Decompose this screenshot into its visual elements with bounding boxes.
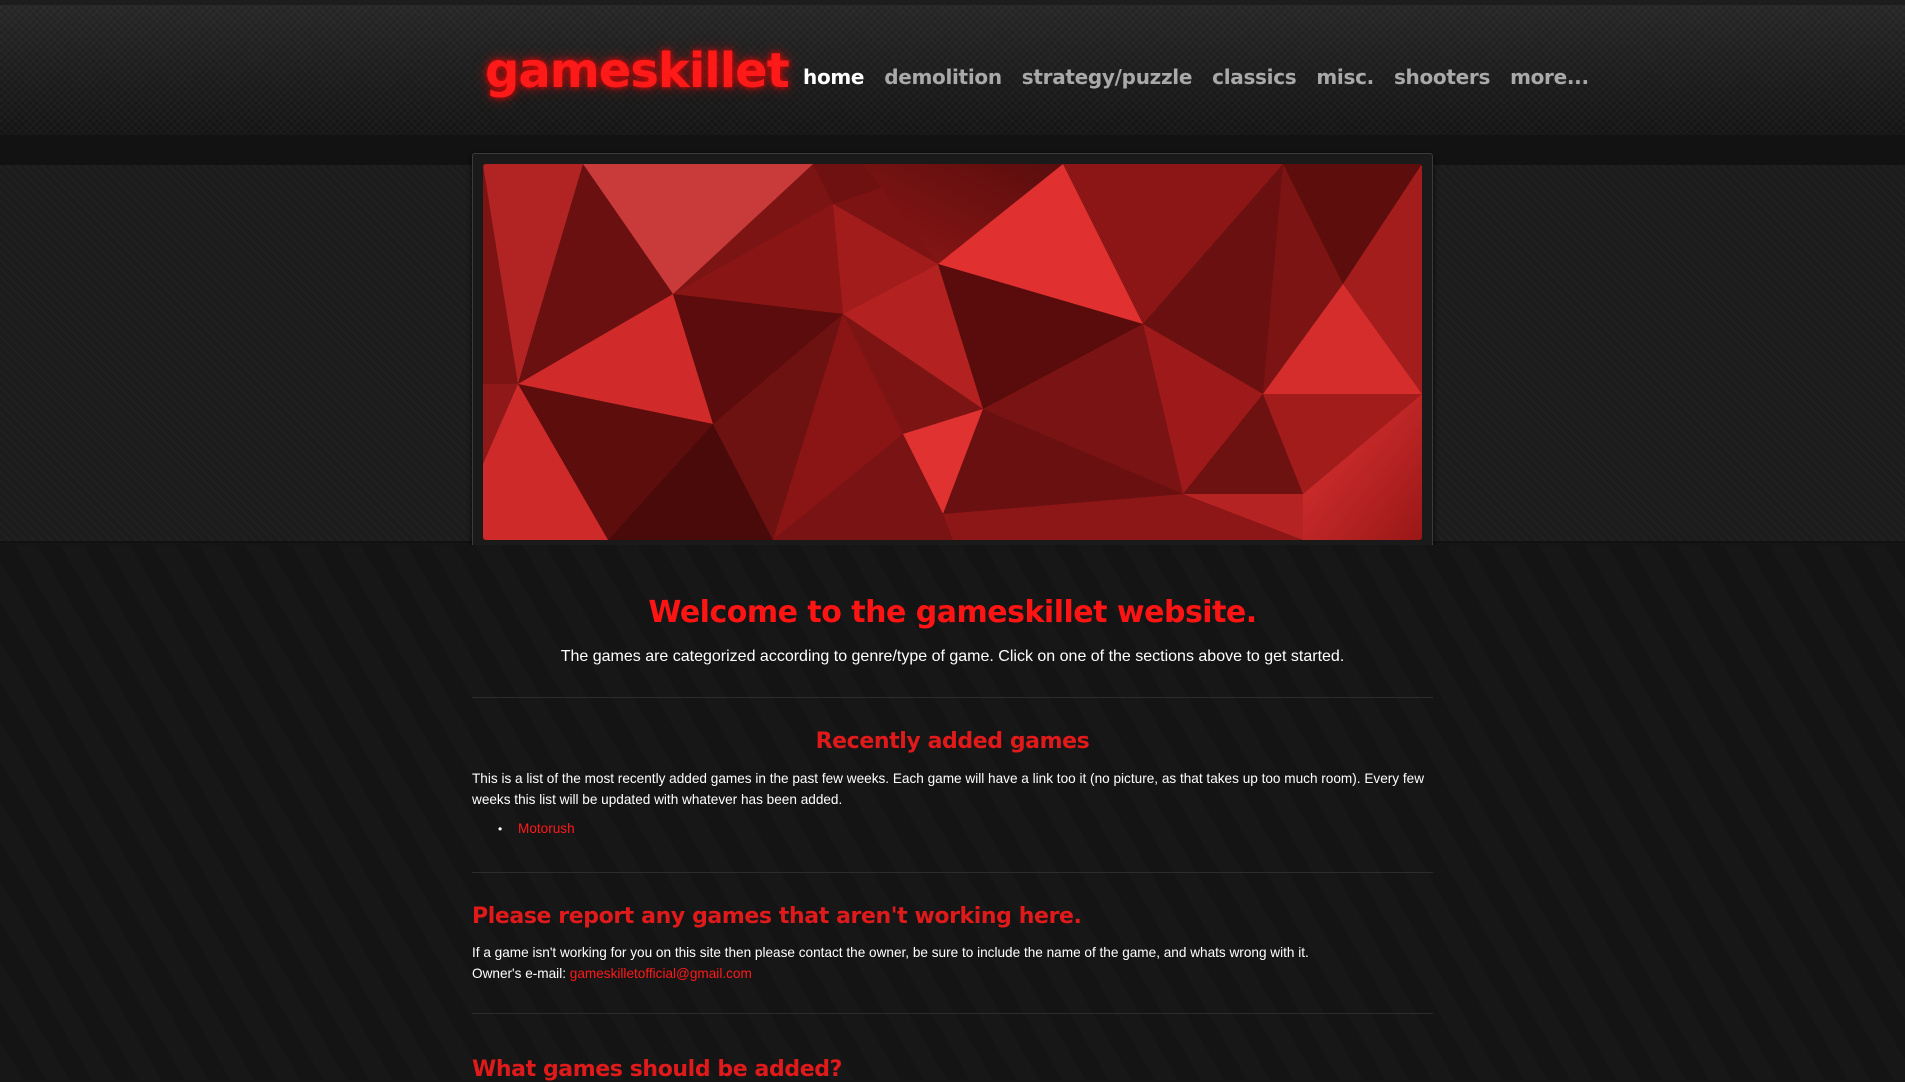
banner-frame — [472, 153, 1433, 551]
nav-item-more[interactable]: more... — [1510, 65, 1589, 89]
nav-item-strategy-puzzle[interactable]: strategy/puzzle — [1022, 65, 1193, 89]
recent-games-list: • Motorush — [498, 821, 575, 836]
welcome-text: The games are categorized according to g… — [560, 648, 1345, 665]
recent-games-title: Recently added games — [815, 729, 1090, 754]
main-nav: home demolition strategy/puzzle classics… — [803, 65, 1609, 138]
welcome-title: Welcome to the gameskillet website. — [648, 595, 1257, 630]
divider — [472, 1013, 1433, 1014]
nav-item-shooters[interactable]: shooters — [1394, 65, 1490, 89]
report-text: If a game isn't working for you on this … — [472, 945, 1309, 960]
site-header: gameskillet home demolition strategy/puz… — [0, 0, 1905, 138]
nav-item-home[interactable]: home — [803, 65, 864, 138]
site-logo[interactable]: gameskillet — [485, 43, 790, 99]
list-item: • Motorush — [498, 821, 575, 836]
recent-games-description: This is a list of the most recently adde… — [472, 771, 1425, 807]
nav-item-classics[interactable]: classics — [1212, 65, 1297, 89]
banner-image — [483, 164, 1422, 540]
nav-item-demolition[interactable]: demolition — [884, 65, 1002, 89]
divider — [472, 697, 1433, 698]
lowpoly-red-background — [483, 164, 1422, 540]
owner-email-line: Owner's e-mail: gameskilletofficial@gmai… — [472, 963, 1433, 984]
game-link-motorush[interactable]: Motorush — [518, 821, 575, 836]
owner-email-label: Owner's e-mail: — [472, 966, 566, 981]
report-title: Please report any games that aren't work… — [472, 904, 1082, 929]
suggest-games-title: What games should be added? — [472, 1057, 842, 1082]
bullet-icon: • — [498, 822, 503, 836]
divider — [472, 872, 1433, 873]
nav-item-misc[interactable]: misc. — [1316, 65, 1374, 89]
owner-email-link[interactable]: gameskilletofficial@gmail.com — [570, 966, 752, 981]
